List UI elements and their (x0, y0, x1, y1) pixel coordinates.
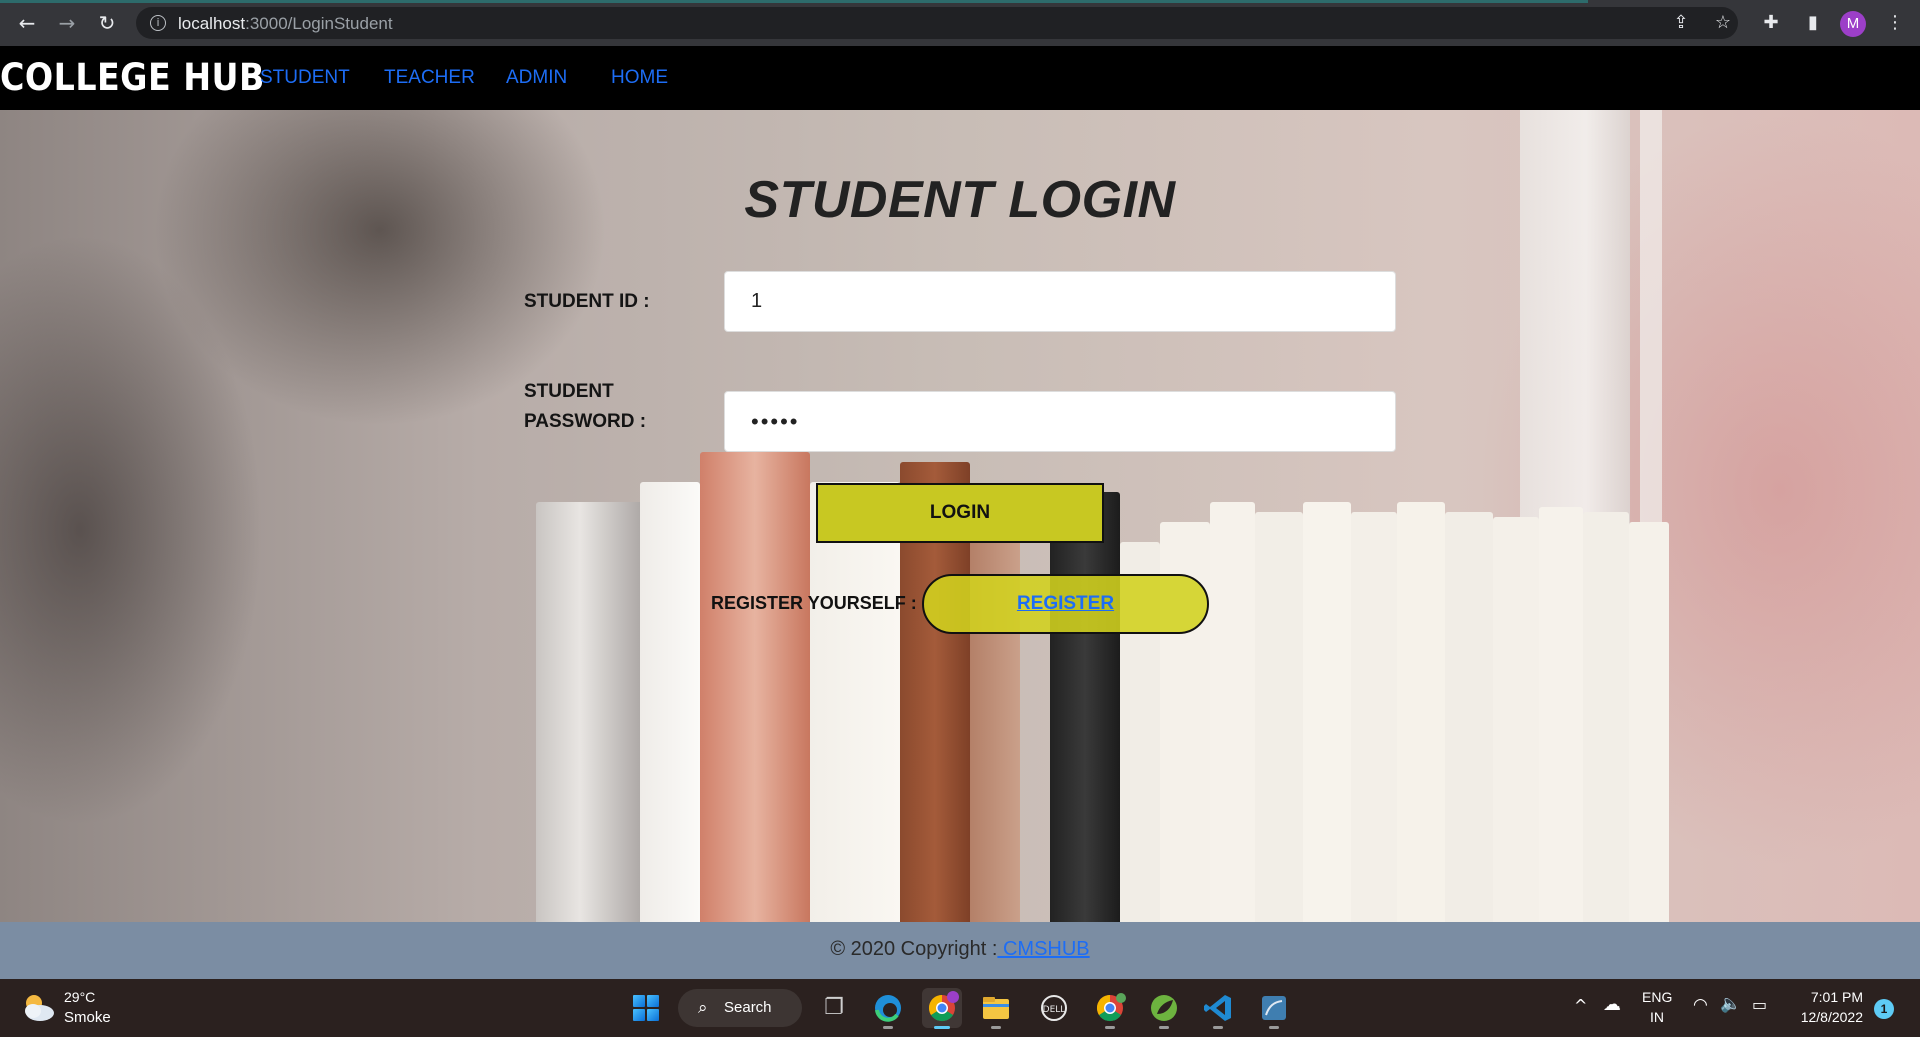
task-view-button[interactable]: ❐ (814, 988, 854, 1028)
app-running-indicator (1213, 1026, 1223, 1029)
info-icon[interactable]: i (150, 15, 166, 31)
taskbar-vscode[interactable] (1198, 988, 1238, 1029)
weather-temperature[interactable]: 29°C (64, 989, 95, 1005)
app-running-indicator (1105, 1026, 1115, 1029)
tab-strip-accent (0, 0, 1588, 3)
book-image (1303, 502, 1351, 922)
book-image (700, 452, 810, 922)
windows-logo-icon (633, 995, 659, 1021)
student-id-label: STUDENT ID : (524, 291, 650, 312)
register-link[interactable]: REGISTER (924, 576, 1207, 632)
login-button[interactable]: LOGIN (816, 483, 1104, 543)
book-image (1050, 492, 1120, 922)
profile-avatar[interactable]: M (1840, 11, 1866, 37)
student-password-label-line1: STUDENT (524, 381, 614, 402)
taskbar-spring-tools[interactable] (1144, 988, 1184, 1029)
speaker-icon[interactable]: 🔈 (1720, 994, 1741, 1014)
weather-cloud-sun-icon[interactable] (20, 991, 56, 1023)
spring-leaf-icon (1151, 995, 1177, 1021)
windows-taskbar: 29°C Smoke ⌕ Search ❐ DELL ^ ☁ ENG IN ◠ … (0, 979, 1920, 1037)
url-path: :3000/LoginStudent (245, 14, 393, 33)
clock-time[interactable]: 7:01 PM (1773, 989, 1863, 1005)
footer-cmshub-link[interactable]: CMSHUB (997, 938, 1090, 960)
taskbar-chrome-alt[interactable] (1090, 988, 1130, 1029)
mysql-workbench-icon (1262, 996, 1286, 1020)
taskbar-search-label: Search (724, 999, 772, 1016)
taskbar-search[interactable]: ⌕ Search (678, 989, 802, 1027)
edge-browser-icon (875, 995, 901, 1022)
task-view-icon: ❐ (824, 995, 844, 1020)
app-running-indicator (991, 1026, 1001, 1029)
nav-link-home[interactable]: HOME (611, 46, 668, 110)
app-running-indicator (883, 1026, 893, 1029)
notification-badge[interactable]: 1 (1874, 999, 1894, 1019)
book-image (1539, 507, 1583, 922)
site-navbar: COLLEGE HUB STUDENT TEACHER ADMIN HOME (0, 46, 1920, 110)
address-bar[interactable]: i localhost:3000/LoginStudent (136, 7, 1738, 39)
taskbar-edge[interactable] (868, 988, 908, 1029)
site-logo[interactable]: COLLEGE HUB (0, 46, 265, 110)
student-id-input[interactable] (724, 271, 1396, 332)
input-region[interactable]: IN (1650, 1009, 1664, 1025)
student-password-label: STUDENT PASSWORD : (524, 377, 674, 437)
url-host: localhost (178, 14, 246, 33)
taskbar-chrome[interactable] (922, 988, 962, 1029)
folder-icon (983, 997, 1009, 1019)
nav-link-admin[interactable]: ADMIN (506, 46, 567, 110)
taskbar-dell[interactable]: DELL (1034, 988, 1074, 1028)
kebab-menu-icon[interactable]: ⋮ (1882, 10, 1908, 36)
chrome-browser-icon (928, 991, 959, 1022)
register-button[interactable]: REGISTER (922, 574, 1209, 634)
app-active-indicator (934, 1026, 950, 1029)
wifi-icon[interactable]: ◠ (1693, 995, 1708, 1015)
browser-toolbar: ← → ↻ i localhost:3000/LoginStudent ⇪ ☆ … (0, 0, 1920, 46)
web-page: COLLEGE HUB STUDENT TEACHER ADMIN HOME S… (0, 46, 1920, 979)
book-image (1255, 512, 1303, 922)
site-footer: © 2020 Copyright : CMSHUB (0, 922, 1920, 979)
reload-icon[interactable]: ↻ (94, 10, 120, 36)
book-image (1351, 512, 1397, 922)
back-arrow-icon[interactable]: ← (14, 10, 40, 36)
book-image (1493, 517, 1539, 922)
student-password-input[interactable] (724, 391, 1396, 452)
book-image (810, 482, 900, 922)
student-password-label-line2: PASSWORD : (524, 411, 647, 432)
input-language[interactable]: ENG (1642, 989, 1672, 1005)
taskbar-file-explorer[interactable] (976, 988, 1016, 1029)
search-icon: ⌕ (698, 998, 708, 1018)
book-image (640, 482, 700, 922)
nav-link-student[interactable]: STUDENT (260, 46, 350, 110)
chrome-browser-icon (1096, 993, 1126, 1022)
footer-copyright: © 2020 Copyright : CMSHUB (0, 938, 1920, 961)
side-panel-icon[interactable]: ▮ (1800, 10, 1826, 36)
register-prompt: REGISTER YOURSELF : (711, 593, 917, 613)
onedrive-cloud-icon[interactable]: ☁ (1603, 994, 1621, 1015)
windows-start-button[interactable] (626, 988, 666, 1028)
puzzle-extension-icon[interactable]: ✚ (1758, 10, 1784, 36)
app-running-indicator (1269, 1026, 1279, 1029)
star-icon[interactable]: ☆ (1710, 10, 1736, 36)
svg-text:DELL: DELL (1043, 1005, 1066, 1015)
forward-arrow-icon[interactable]: → (54, 10, 80, 36)
battery-icon[interactable]: ▭ (1752, 995, 1767, 1014)
nav-link-teacher[interactable]: TEACHER (384, 46, 475, 110)
taskbar-mysql-workbench[interactable] (1254, 988, 1294, 1029)
weather-condition[interactable]: Smoke (64, 1009, 111, 1026)
share-icon[interactable]: ⇪ (1668, 10, 1694, 36)
url-text[interactable]: localhost:3000/LoginStudent (178, 14, 393, 34)
vscode-icon (1204, 995, 1231, 1021)
book-image (1629, 522, 1669, 922)
book-image (1210, 502, 1255, 922)
book-image (1397, 502, 1445, 922)
chevron-up-icon[interactable]: ^ (1574, 996, 1587, 1015)
book-image (536, 502, 646, 922)
page-title: STUDENT LOGIN (744, 171, 1176, 229)
book-image (1583, 512, 1629, 922)
book-image (970, 502, 1020, 922)
dell-logo-icon: DELL (1041, 995, 1067, 1021)
footer-copyright-text: © 2020 Copyright : (830, 938, 998, 960)
clock-date[interactable]: 12/8/2022 (1773, 1009, 1863, 1025)
app-running-indicator (1159, 1026, 1169, 1029)
book-image (1445, 512, 1493, 922)
